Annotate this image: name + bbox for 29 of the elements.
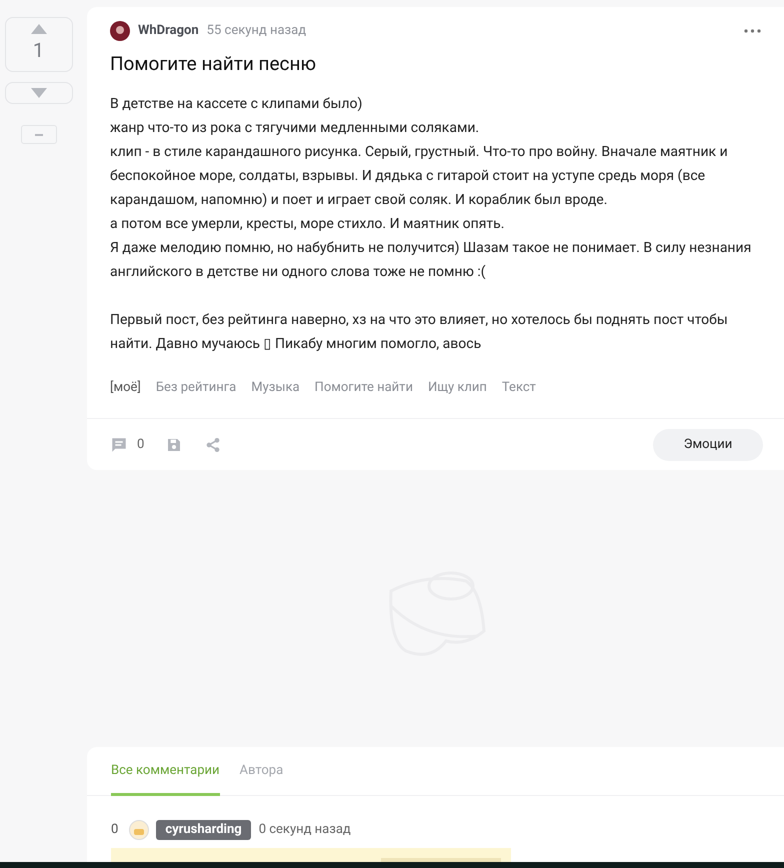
emotions-button[interactable]: Эмоции bbox=[653, 428, 763, 460]
tag-link[interactable]: Помогите найти bbox=[314, 378, 413, 398]
collapse-button[interactable] bbox=[20, 125, 56, 144]
share-icon[interactable] bbox=[205, 436, 222, 452]
author-badge[interactable]: cyrusharding bbox=[156, 820, 251, 840]
comments-tab[interactable]: Автора bbox=[240, 747, 284, 796]
tag-link[interactable]: Ищу клип bbox=[428, 378, 487, 398]
comment-icon[interactable] bbox=[110, 436, 128, 454]
post-time: 55 секунд назад bbox=[206, 22, 306, 40]
downvote-button[interactable] bbox=[4, 82, 72, 104]
tag-link[interactable]: Текст bbox=[502, 378, 536, 398]
comment-rating: 0 bbox=[111, 821, 118, 840]
comment-count: 0 bbox=[137, 436, 144, 454]
minus-icon bbox=[34, 134, 42, 136]
comment-time: 0 секунд назад bbox=[258, 821, 351, 840]
upvote-icon[interactable] bbox=[30, 24, 46, 34]
more-icon[interactable] bbox=[744, 29, 761, 33]
avatar-icon[interactable] bbox=[110, 21, 130, 41]
post-paragraph: В детстве на кассете с клипами было) жанр что-то из рока с тягучими медленными соляками. клип - в стиле карандашного рисунка. Серый, грустный. Что-то про войну. Вначале маятник и беспокойное море, солдаты, взрывы. И дядька с гитарой стоит на уступе средь моря (все карандашом, напомню) и поет и играет свой соляк. И кораблик был вроде. а потом все умерли, кресты, море стихло. И маятник опять. Я даже мелодию помню, но набубнить не получится) Шазам такое не понимает. В силу незнания английского в детстве ни одного слова тоже не помню :( bbox=[110, 95, 752, 282]
post-paragraph: Первый пост, без рейтинга наверно, хз на что это влияет, но хотелось бы поднять пост чтобы найти. Давно мучаюсь ▯ Пикабу многим помогло, авось bbox=[110, 311, 729, 354]
author-link[interactable]: WhDragon bbox=[138, 21, 199, 41]
post-title[interactable]: Помогите найти песню bbox=[110, 51, 761, 77]
tag-link[interactable]: Музыка bbox=[251, 378, 300, 398]
vote-score: 1 bbox=[32, 37, 44, 64]
save-icon[interactable] bbox=[166, 436, 182, 452]
downvote-icon bbox=[30, 88, 46, 98]
comments-tab[interactable]: Все комментарии bbox=[111, 747, 220, 796]
tag-link[interactable]: Без рейтинга bbox=[156, 378, 236, 398]
tag-link[interactable]: [моё] bbox=[110, 378, 141, 398]
